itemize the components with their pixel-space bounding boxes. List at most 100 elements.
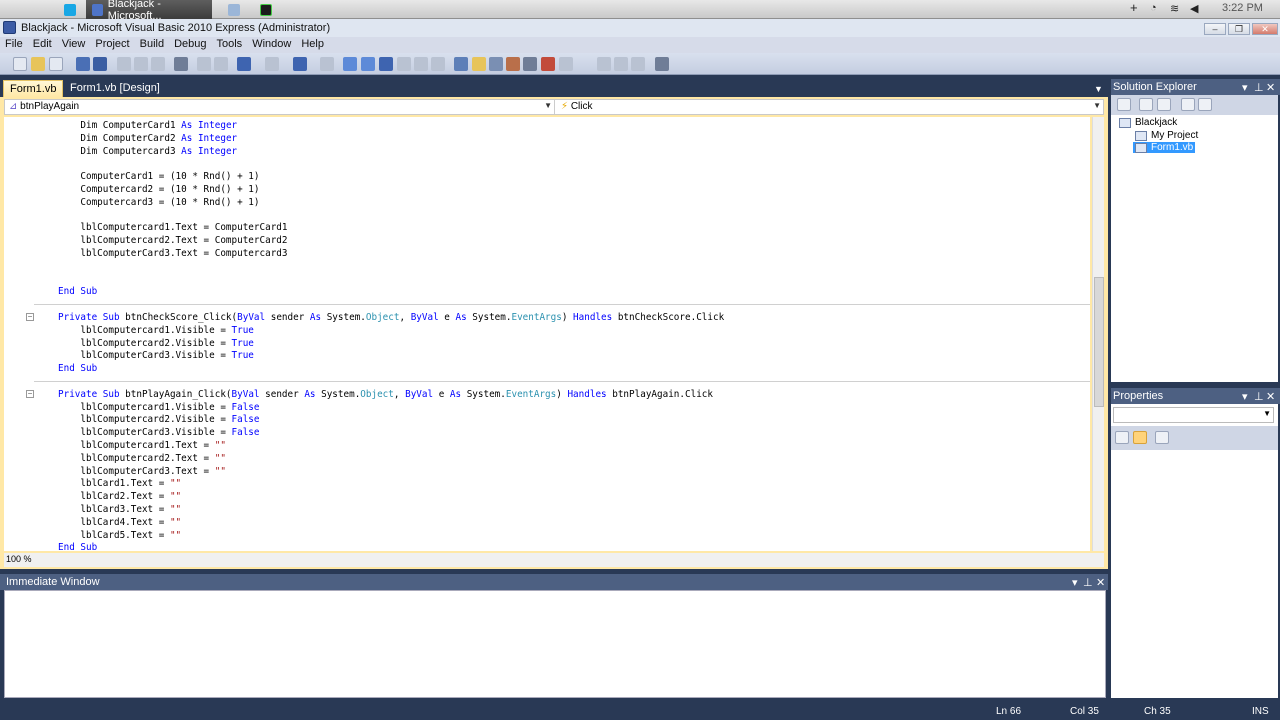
tab-form1-design[interactable]: Form1.vb [Design] [64,80,166,97]
menu-debug[interactable]: Debug [169,37,211,53]
code-token: True [231,324,254,336]
wifi-icon[interactable]: ≋ [1170,2,1179,15]
code-token: lblCard1.Text = [58,478,170,490]
minimize-button[interactable]: – [1204,23,1226,35]
vertical-scrollbar[interactable] [1092,117,1104,551]
event-combo[interactable]: ⚡ Click ▼ [557,100,1103,114]
copy-icon[interactable] [134,57,148,71]
collapse-region-icon[interactable]: − [26,389,34,398]
immediate-window-input[interactable] [4,590,1106,698]
redo-icon[interactable] [265,57,279,71]
view-designer-icon[interactable] [1198,98,1212,111]
code-line: lblComputercard2.Visible = True [58,337,254,350]
categorized-icon[interactable] [1115,431,1129,444]
paste-icon[interactable] [151,57,165,71]
code-line: lblCard1.Text = "" [58,477,181,490]
window-position-icon[interactable]: ▾ [1072,576,1078,589]
step-over-icon[interactable] [414,57,428,71]
cut-icon[interactable] [117,57,131,71]
comment-icon[interactable] [197,57,211,71]
output-window-icon[interactable] [614,57,628,71]
solution-explorer-icon[interactable] [454,57,468,71]
undo-icon[interactable] [237,57,251,71]
start-debugging-icon[interactable] [343,57,357,71]
taskbar-item-blackjack[interactable]: Blackjack - Microsoft... [86,0,212,22]
menu-tools[interactable]: Tools [212,37,248,53]
menu-window[interactable]: Window [247,37,296,53]
code-text-area[interactable]: Dim ComputerCard1 As Integer Dim Compute… [4,117,1090,551]
code-token: Object [365,312,400,323]
object-selector-combo[interactable]: ▼ [1113,407,1274,423]
pin-icon[interactable]: ⊥ [1254,81,1264,94]
stop-debugging-icon[interactable] [379,57,393,71]
code-token: , [399,312,411,323]
properties-window-icon[interactable] [472,57,486,71]
alphabetical-icon[interactable] [1133,431,1147,444]
collapse-region-icon[interactable]: − [26,313,34,321]
show-all-files-icon[interactable] [1139,98,1153,111]
new-project-icon[interactable] [13,57,27,71]
tree-item-solution[interactable]: Blackjack [1119,117,1177,128]
tab-form1-vb[interactable]: Form1.vb [3,80,64,97]
code-token: EventArgs [511,312,562,323]
properties-icon[interactable] [1117,98,1131,111]
break-all-icon[interactable] [361,57,375,71]
close-icon[interactable]: ✕ [1266,81,1275,94]
tab-dropdown-icon[interactable]: ▼ [1094,84,1103,94]
immediate-window-icon[interactable] [597,57,611,71]
extension-manager-icon[interactable] [559,57,573,71]
tree-item-my-project[interactable]: My Project [1135,130,1198,141]
step-into-icon[interactable] [397,57,411,71]
code-token: btnPlayAgain_Click( [119,388,232,400]
code-token: btnPlayAgain.Click [606,388,713,400]
zoom-level[interactable]: 100 % [6,554,32,564]
save-all-icon[interactable] [93,57,107,71]
refresh-icon[interactable] [1157,98,1171,111]
tree-item-form1[interactable]: Form1.vb [1133,142,1196,153]
step-out-icon[interactable] [431,57,445,71]
code-token: End Sub [58,542,98,551]
object-combo[interactable]: ⊿ btnPlayAgain ▼ [5,100,555,114]
close-icon[interactable]: ✕ [1266,390,1275,403]
skype-task-icon[interactable] [58,0,82,19]
clock-icon[interactable]: ◔ [1150,2,1157,14]
close-icon[interactable]: ✕ [1096,576,1105,589]
taskbar-item-terminal[interactable] [254,0,278,19]
property-pages-icon[interactable] [1155,431,1169,444]
code-token: lblComputercard1.Text = ComputerCard1 [58,222,288,234]
navigate-forward-icon[interactable] [320,57,334,71]
menu-project[interactable]: Project [90,37,134,53]
plus-icon[interactable]: + [1130,0,1138,15]
find-icon[interactable] [174,57,188,71]
object-browser-icon[interactable] [489,57,503,71]
save-icon[interactable] [76,57,90,71]
scrollbar-thumb[interactable] [1094,277,1104,407]
menu-help[interactable]: Help [296,37,329,53]
pin-icon[interactable]: ⊥ [1083,576,1093,589]
command-window-icon[interactable] [631,57,645,71]
view-code-icon[interactable] [1181,98,1195,111]
window-position-icon[interactable]: ▾ [1242,81,1248,94]
menu-build[interactable]: Build [135,37,169,53]
toolbar-options-icon[interactable] [655,57,669,71]
menu-file[interactable]: File [0,37,28,53]
uncomment-icon[interactable] [214,57,228,71]
navigate-backward-icon[interactable] [293,57,307,71]
horizontal-scrollbar[interactable]: 100 % [4,553,1104,567]
volume-icon[interactable]: ◀ [1190,2,1198,15]
pin-icon[interactable]: ⊥ [1254,390,1264,403]
menu-edit[interactable]: Edit [28,37,57,53]
error-list-icon[interactable] [541,57,555,71]
menu-view[interactable]: View [57,37,91,53]
maximize-button[interactable]: ❐ [1228,23,1250,35]
window-position-icon[interactable]: ▾ [1242,390,1248,403]
taskbar-item-explorer[interactable] [222,0,246,19]
close-button[interactable]: ✕ [1252,23,1278,35]
toolbox-icon[interactable] [506,57,520,71]
control-icon: ⊿ [9,101,18,112]
chevron-down-icon: ▼ [1093,101,1101,110]
start-page-icon[interactable] [523,57,537,71]
add-item-icon[interactable] [49,57,63,71]
code-token: System. [315,388,361,400]
open-file-icon[interactable] [31,57,45,71]
